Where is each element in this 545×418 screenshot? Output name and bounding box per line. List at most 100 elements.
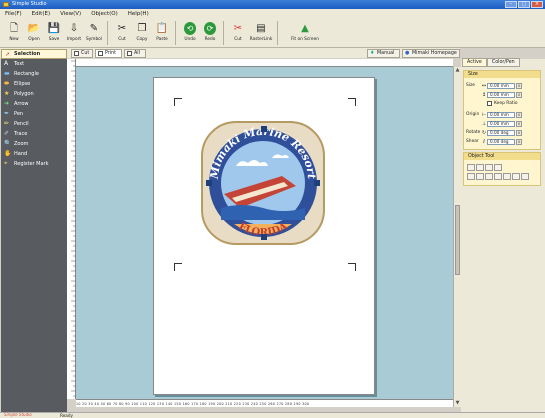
tab-cut[interactable]: Cut [71,49,93,58]
fit-screen-icon: ▲ [301,22,309,34]
scroll-thumb[interactable] [455,205,460,275]
globe-icon: ● [405,50,410,56]
align-left-button[interactable] [467,164,475,171]
rotate-field[interactable]: 0.00 deg [487,129,515,136]
tool-selection[interactable]: ➚ Selection [1,49,67,59]
flip-horizontal-button[interactable] [503,173,511,180]
origin-y-field[interactable]: 0.00 mm [487,120,515,127]
tool-text[interactable]: A Text [1,59,67,69]
cut-plot-icon: ✂ [233,22,243,34]
fit-on-screen-button[interactable]: ▲ Fit on Screen [282,19,328,47]
maximize-button[interactable]: □ [518,1,530,8]
keep-ratio-checkbox[interactable]: Keep Ratio [487,101,518,106]
tab-all[interactable]: All [124,49,146,58]
main-toolbar: 🗋 New 📂 Open 💾 Save ⇩ Import ✎ Symbol ✂ Cut ❐ C… [0,19,545,48]
status-brand: Simple Studio [4,412,32,417]
hand-icon: ✋ [4,150,12,157]
vertical-scrollbar[interactable]: ▲ ▼ [453,67,461,407]
scroll-up-arrow[interactable]: ▲ [454,67,461,74]
title-bar: Simple Studio – □ × [0,0,545,9]
origin-y-spinner[interactable]: ⇕ [516,120,522,127]
tool-arrow[interactable]: ➜ Arrow [1,99,67,109]
menu-help[interactable]: Help(H) [128,9,149,19]
new-button[interactable]: 🗋 New [4,19,24,47]
tool-palette: A Text ▬ Rectangle ⬬ Ellipse ★ Polygon ➜ Arro… [1,59,67,412]
cut-button[interactable]: ✂ Cut [112,19,132,47]
undo-button[interactable]: ⟲ Undo [180,19,200,47]
selection-handle-left[interactable] [206,180,212,186]
tool-register-mark[interactable]: ⌖ Register Mark [1,159,67,169]
tab-print[interactable]: Print [95,49,122,58]
selection-arrow-icon: ➚ [5,51,11,58]
tool-pencil[interactable]: ✏ Pencil [1,119,67,129]
checkbox-box [487,101,492,106]
crop-mark-bottom-right [348,263,356,271]
align-center-button[interactable] [476,164,484,171]
minimize-button[interactable]: – [505,1,517,8]
send-back-button[interactable] [494,173,502,180]
tool-pen[interactable]: ✒ Pen [1,109,67,119]
tool-rectangle[interactable]: ▬ Rectangle [1,69,67,79]
import-button[interactable]: ⇩ Import [64,19,84,47]
scroll-down-arrow[interactable]: ▼ [454,400,461,407]
symbol-button[interactable]: ✎ Symbol [84,19,104,47]
tool-trace[interactable]: ✐ Trace [1,129,67,139]
selection-handle-right[interactable] [314,180,320,186]
menu-edit[interactable]: Edit(E) [32,9,50,19]
shear-field[interactable]: 0.00 deg [487,138,515,145]
toolbar-separator [175,21,176,45]
weld-button[interactable] [521,173,529,180]
ruler-top [67,59,453,67]
flip-vertical-button[interactable] [512,173,520,180]
rotate-spinner[interactable]: ⇕ [516,129,522,136]
menu-view[interactable]: View(V) [60,9,81,19]
tool-ellipse[interactable]: ⬬ Ellipse [1,79,67,89]
height-field[interactable]: 0.00 mm [487,91,515,98]
origin-x-spinner[interactable]: ⇕ [516,111,522,118]
cut-plot-button[interactable]: ✂ Cut [228,19,248,47]
zoom-icon: 🔍 [4,140,12,147]
properties-tabs: Active Color/Pen [462,58,520,68]
print-page[interactable]: Mimaki Marine Resort FLORIDA [153,77,375,395]
height-spinner[interactable]: ⇕ [516,91,522,98]
tool-hand[interactable]: ✋ Hand [1,149,67,159]
selection-handle-bottom[interactable] [261,234,267,240]
copy-button[interactable]: ❐ Copy [132,19,152,47]
tab-color-pen[interactable]: Color/Pen [486,58,520,67]
align-top-button[interactable] [494,164,502,171]
toolbar-separator [277,21,278,45]
shear-spinner[interactable]: ⇕ [516,138,522,145]
drawing-canvas[interactable]: Mimaki Marine Resort FLORIDA [76,67,453,399]
ungroup-button[interactable] [476,173,484,180]
paste-button[interactable]: 📋 Paste [152,19,172,47]
marine-resort-logo[interactable]: Mimaki Marine Resort FLORIDA [196,116,330,250]
tool-zoom[interactable]: 🔍 Zoom [1,139,67,149]
homepage-link[interactable]: ● Mimaki Homepage [402,49,460,58]
width-field[interactable]: 0.00 mm [487,82,515,89]
tab-active[interactable]: Active [462,58,487,67]
rasterlink-button[interactable]: ▤ RasterLink [248,19,274,47]
close-button[interactable]: × [531,1,543,8]
menu-object[interactable]: Object(O) [91,9,118,19]
align-right-button[interactable] [485,164,493,171]
tool-polygon[interactable]: ★ Polygon [1,89,67,99]
manual-link[interactable]: ♦ Manual [367,49,400,58]
object-tool-buttons [467,164,529,180]
ruler-bottom: 10 20 30 40 50 60 70 80 90 100 110 120 1… [76,399,453,407]
origin-x-row: Origin ⊢ 0.00 mm ⇕ [466,111,522,118]
selection-handle-top[interactable] [261,126,267,132]
origin-x-field[interactable]: 0.00 mm [487,111,515,118]
new-doc-icon: 🗋 [9,22,19,34]
height-row: ↕ 0.00 mm ⇕ [466,91,522,98]
window-controls: – □ × [505,1,543,8]
copy-icon: ❐ [137,22,147,34]
menu-file[interactable]: File(F) [5,9,22,19]
save-button[interactable]: 💾 Save [44,19,64,47]
app-icon [3,2,9,7]
ruler-left [67,59,76,399]
group-button[interactable] [467,173,475,180]
width-spinner[interactable]: ⇕ [516,82,522,89]
redo-button[interactable]: ⟳ Redo [200,19,220,47]
open-button[interactable]: 📂 Open [24,19,44,47]
bring-front-button[interactable] [485,173,493,180]
